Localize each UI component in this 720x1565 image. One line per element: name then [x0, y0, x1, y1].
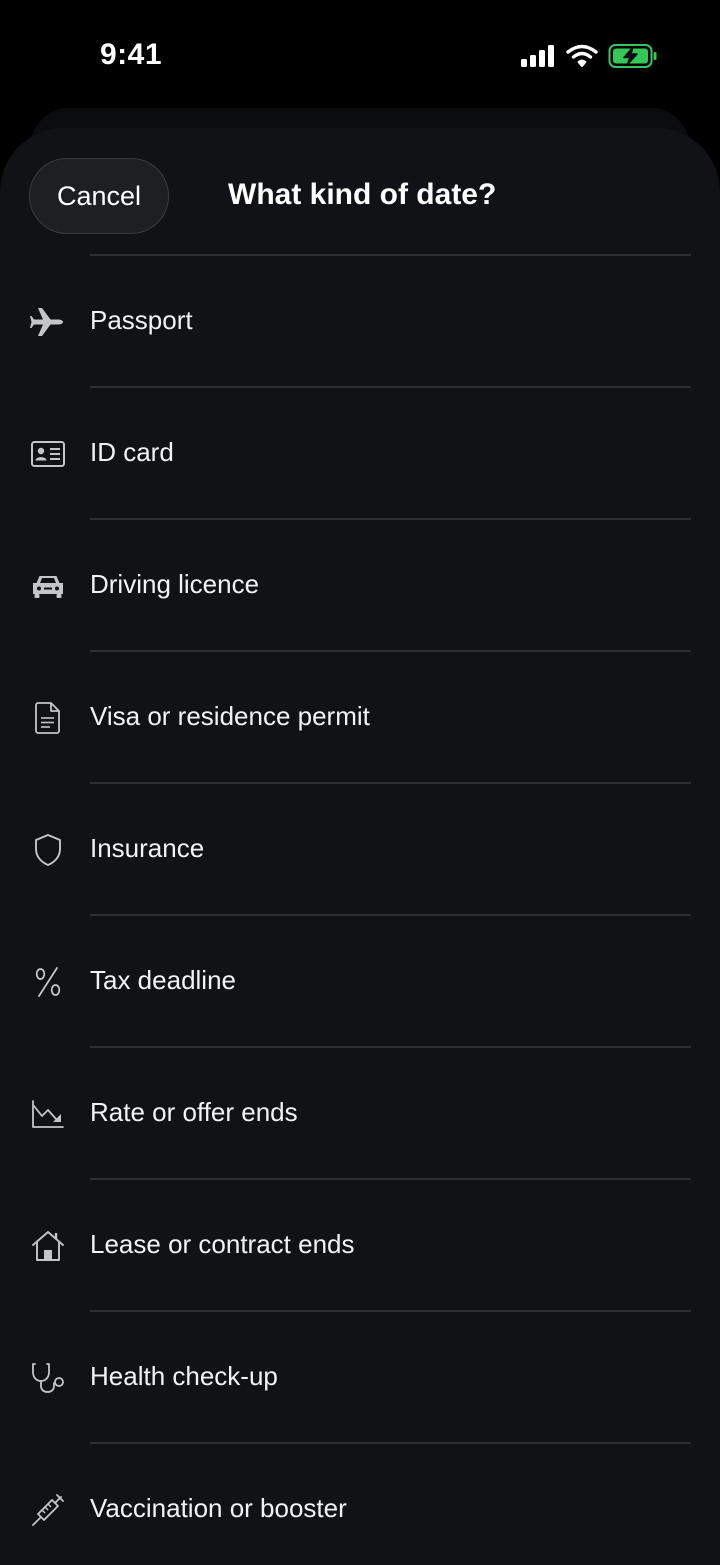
option-driving-licence[interactable]: Driving licence	[0, 520, 720, 652]
stethoscope-icon	[30, 1360, 66, 1396]
option-label: Tax deadline	[90, 965, 236, 995]
shield-icon	[30, 832, 66, 868]
id-card-icon	[30, 436, 66, 472]
option-passport[interactable]: Passport	[0, 256, 720, 388]
option-lease-contract-ends[interactable]: Lease or contract ends	[0, 1180, 720, 1312]
wifi-icon	[566, 44, 598, 73]
option-label: ID card	[90, 437, 174, 467]
airplane-icon	[30, 304, 66, 340]
option-label: Rate or offer ends	[90, 1097, 298, 1127]
house-icon	[30, 1228, 66, 1264]
percent-icon	[30, 964, 66, 1000]
option-health-check-up[interactable]: Health check-up	[0, 1312, 720, 1444]
option-visa-residence-permit[interactable]: Visa or residence permit	[0, 652, 720, 784]
syringe-icon	[30, 1492, 66, 1528]
option-insurance[interactable]: Insurance	[0, 784, 720, 916]
cellular-signal-icon	[520, 44, 556, 73]
option-label: Insurance	[90, 833, 205, 863]
option-label: Vaccination or booster	[90, 1493, 347, 1523]
chart-down-icon	[30, 1096, 66, 1132]
date-type-sheet: Cancel What kind of date? Passport ID ca…	[0, 128, 720, 1565]
option-label: Health check-up	[90, 1361, 278, 1391]
option-rate-offer-ends[interactable]: Rate or offer ends	[0, 1048, 720, 1180]
option-label: Lease or contract ends	[90, 1229, 355, 1259]
cancel-button[interactable]: Cancel	[29, 158, 169, 234]
document-icon	[30, 700, 66, 736]
status-icons	[520, 43, 658, 74]
status-time: 9:41	[100, 38, 163, 71]
option-vaccination-booster[interactable]: Vaccination or booster	[0, 1444, 720, 1565]
option-label: Driving licence	[90, 569, 260, 599]
status-bar: 9:41	[0, 0, 720, 110]
option-id-card[interactable]: ID card	[0, 388, 720, 520]
option-label: Visa or residence permit	[90, 701, 370, 731]
car-icon	[30, 568, 66, 604]
option-tax-deadline[interactable]: Tax deadline	[0, 916, 720, 1048]
sheet-title: What kind of date?	[228, 178, 497, 211]
battery-charging-icon	[608, 43, 658, 74]
option-label: Passport	[90, 305, 193, 335]
